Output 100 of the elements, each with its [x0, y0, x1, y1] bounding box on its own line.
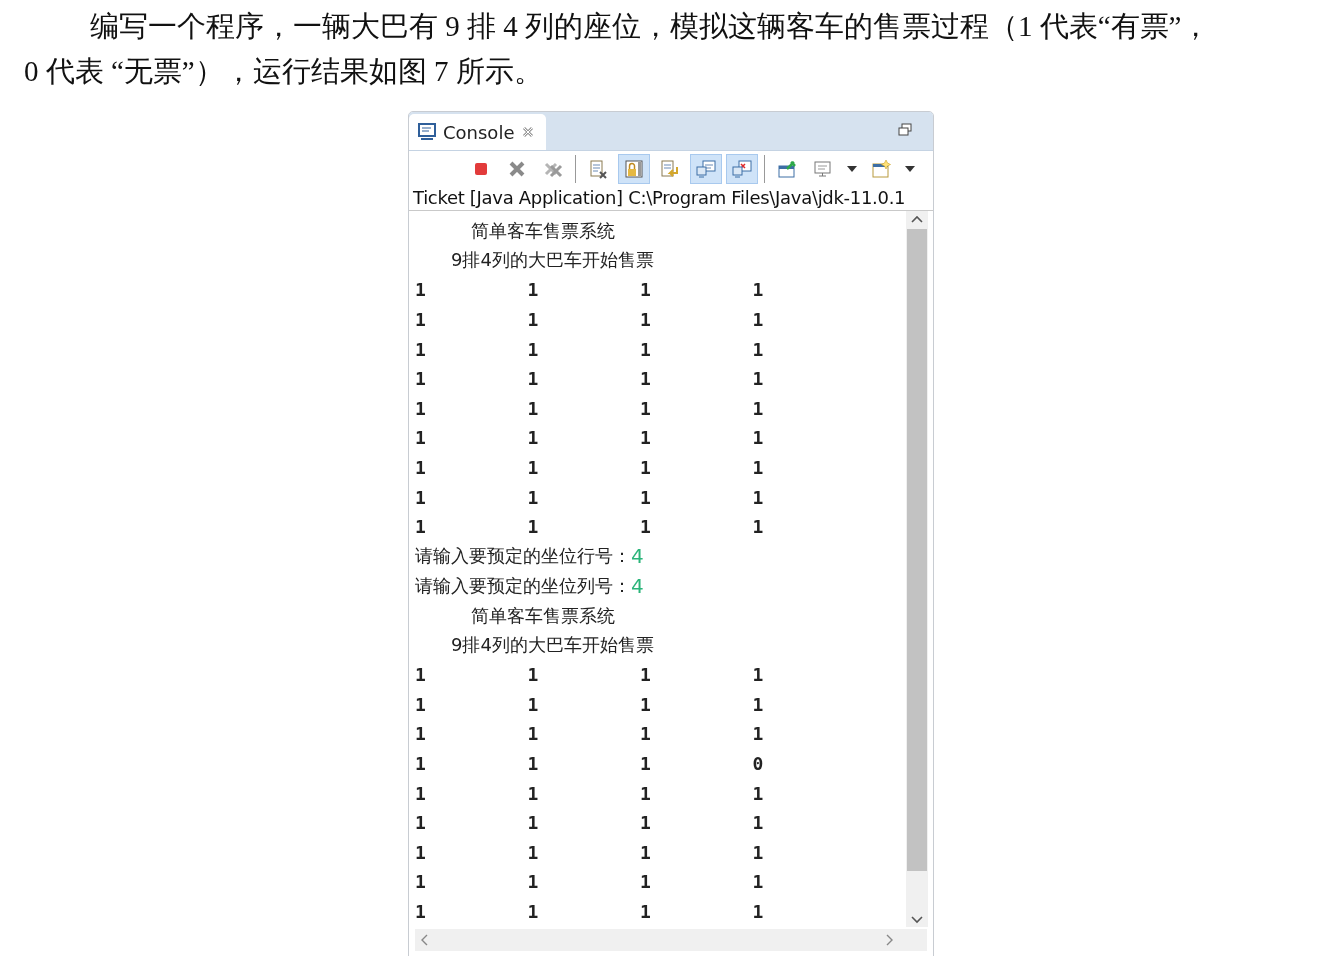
seat-value: 1 [752, 309, 765, 331]
paragraph-text: 0 代表 “无票”），运行结果如图 7 所示。 [24, 54, 544, 89]
dropdown-caret-icon [905, 166, 915, 172]
seat-value: 1 [415, 753, 427, 774]
console-text: 9排4列的大巴车开始售票 [450, 248, 654, 273]
seat-value: 1 [527, 427, 540, 449]
monitor-icon [696, 159, 716, 179]
seat-value: 0 [752, 753, 765, 774]
seat-value: 1 [640, 812, 652, 834]
console-icon [417, 122, 437, 142]
window-plus-icon [871, 159, 891, 179]
seat-value: 1 [415, 397, 427, 419]
toolbar-button[interactable] [618, 154, 650, 184]
seat-value: 1 [640, 664, 652, 686]
seat-value: 1 [752, 279, 765, 301]
seat-value: 1 [527, 368, 540, 390]
scroll-left-icon [421, 934, 428, 946]
seat-value: 1 [640, 457, 652, 479]
seat-value: 1 [752, 812, 765, 834]
seat-value: 1 [415, 368, 427, 390]
restore-icon[interactable] [897, 122, 913, 138]
seat-value: 1 [527, 871, 540, 893]
seat-value: 1 [752, 782, 765, 804]
pin-icon [777, 159, 797, 179]
seat-value: 1 [415, 723, 427, 745]
seat-value: 1 [752, 397, 765, 419]
seat-value: 1 [527, 664, 540, 686]
dropdown-caret-icon [847, 166, 857, 172]
seat-value: 1 [527, 486, 540, 508]
horizontal-scrollbar[interactable] [415, 929, 927, 951]
seat-value: 1 [752, 427, 765, 449]
seat-value: 1 [640, 486, 652, 508]
vertical-scrollbar[interactable] [906, 211, 928, 927]
seat-value: 1 [527, 279, 540, 301]
seat-value: 1 [527, 693, 540, 715]
scroll-right-icon [886, 934, 893, 946]
seat-value: 1 [752, 723, 765, 745]
document-arrow-icon [660, 159, 680, 179]
paragraph-text: 编写一个程序，一辆大巴有 9 排 4 列的座位，模拟这辆客车的售票过程（1 代表“有票”， [89, 9, 1212, 44]
seat-value: 1 [415, 693, 427, 715]
seat-value: 1 [640, 782, 652, 804]
seat-value: 1 [640, 723, 652, 745]
seat-value: 1 [415, 338, 427, 360]
seat-value: 1 [640, 427, 652, 449]
seat-value: 1 [527, 841, 540, 863]
seat-value: 1 [752, 457, 765, 479]
seat-value: 1 [415, 309, 427, 331]
seat-value: 1 [640, 279, 652, 301]
seat-value: 1 [752, 664, 765, 686]
seat-value: 1 [752, 871, 765, 893]
seat-value: 1 [527, 723, 540, 745]
monitor-icon [813, 159, 833, 179]
seat-value: 1 [527, 900, 540, 922]
seat-value: 1 [527, 782, 540, 804]
seat-value: 1 [415, 782, 427, 804]
seat-value: 1 [415, 871, 427, 893]
seat-value: 1 [752, 486, 765, 508]
seat-value: 1 [527, 309, 540, 331]
seat-value: 1 [415, 812, 427, 834]
seat-value: 1 [752, 368, 765, 390]
seat-value: 1 [640, 900, 652, 922]
seat-value: 1 [527, 338, 540, 360]
seat-value: 1 [752, 841, 765, 863]
scrollbar-thumb[interactable] [907, 229, 927, 871]
seat-value: 1 [752, 516, 765, 538]
seat-value: 1 [527, 753, 540, 774]
input-value: 4 [631, 544, 644, 569]
seat-value: 1 [640, 338, 652, 360]
seat-value: 1 [640, 753, 652, 774]
seat-value: 1 [415, 427, 427, 449]
tab-label: Console [443, 121, 515, 143]
monitor-error-icon [732, 159, 752, 179]
seat-value: 1 [415, 664, 427, 686]
seat-value: 1 [752, 338, 765, 360]
seat-value: 1 [415, 900, 427, 922]
console-tab[interactable]: Console [409, 114, 547, 150]
seat-value: 1 [640, 368, 652, 390]
seat-value: 1 [415, 841, 427, 863]
seat-value: 1 [640, 309, 652, 331]
seat-value: 1 [415, 486, 427, 508]
input-value: 4 [631, 573, 644, 598]
seat-value: 1 [640, 871, 652, 893]
scroll-lock-icon [624, 159, 644, 179]
toolbar-button[interactable] [690, 154, 722, 184]
console-text: 9排4列的大巴车开始售票 [450, 633, 654, 658]
seat-value: 1 [752, 900, 765, 922]
seat-value: 1 [640, 693, 652, 715]
seat-value: 1 [752, 693, 765, 715]
launch-label: Ticket [Java Application] C:\Program Files\Java\jdk-11.0.1 [409, 187, 933, 211]
console-text: 简单客车售票系统 [470, 603, 615, 628]
seat-value: 1 [415, 279, 427, 301]
console-text: 简单客车售票系统 [470, 218, 615, 243]
seat-value: 1 [415, 516, 427, 538]
seat-value: 1 [415, 457, 427, 479]
seat-value: 1 [527, 457, 540, 479]
seat-value: 1 [640, 841, 652, 863]
toolbar-button[interactable] [726, 154, 758, 184]
remove-icon [507, 159, 527, 179]
seat-value: 1 [527, 812, 540, 834]
seat-value: 1 [640, 397, 652, 419]
